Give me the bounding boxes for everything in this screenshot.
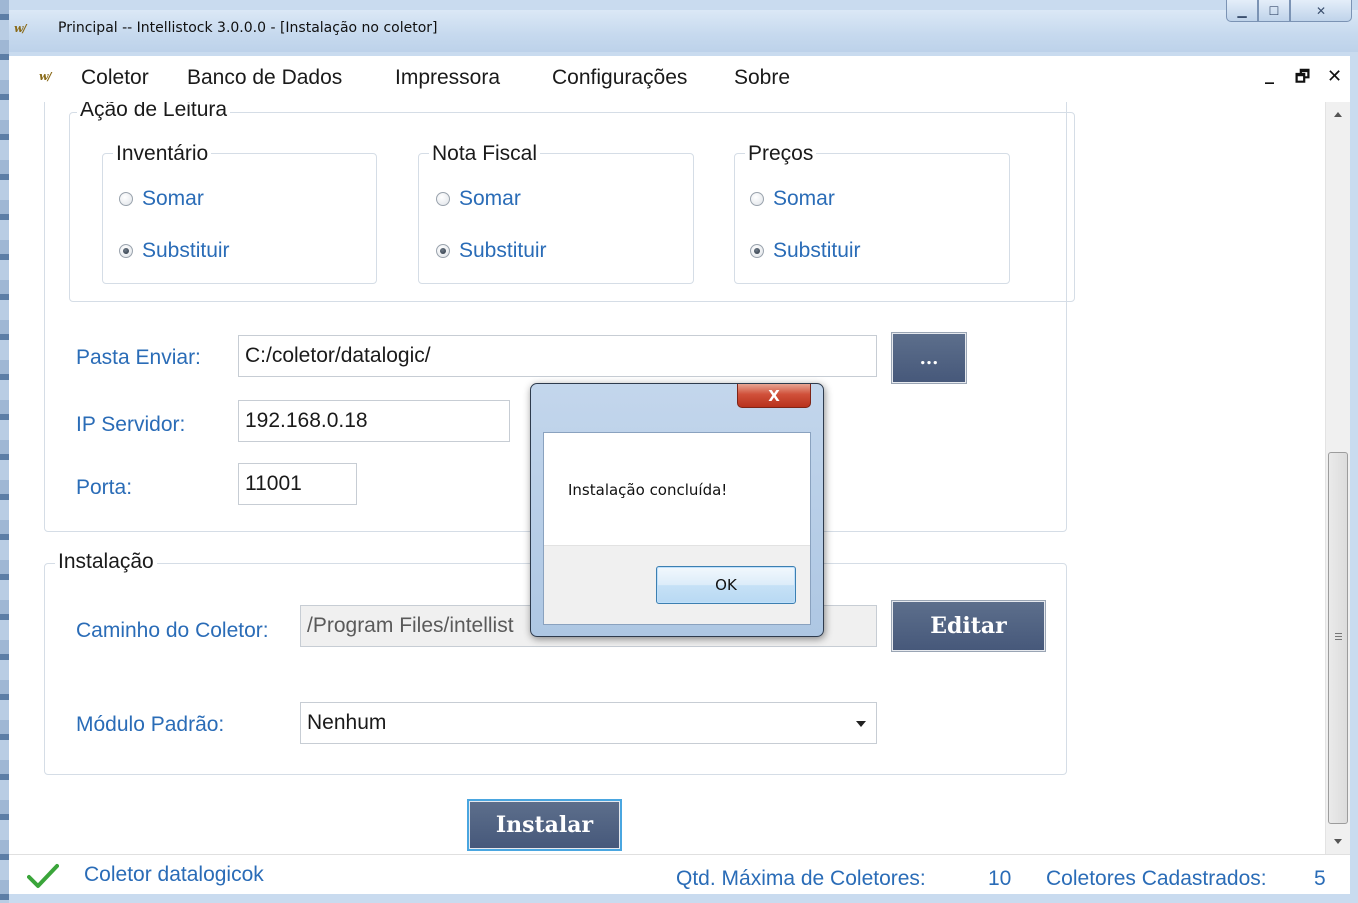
dialog-body: Instalação concluída! OK: [543, 432, 811, 625]
modulo-padrao-label: Módulo Padrão:: [76, 713, 225, 736]
close-icon: X: [768, 386, 780, 405]
menu-configuracoes[interactable]: Configurações: [552, 66, 687, 90]
nota-fiscal-somar-option[interactable]: Somar: [436, 187, 521, 211]
mdi-close-button[interactable]: ✕: [1327, 66, 1342, 87]
vertical-scrollbar[interactable]: [1325, 102, 1350, 854]
instalacao-title: Instalação: [55, 550, 157, 574]
nota-fiscal-somar-radio[interactable]: [436, 192, 450, 206]
inventario-groupbox: [102, 153, 377, 284]
chevron-down-icon: [856, 721, 866, 727]
inventario-somar-radio[interactable]: [119, 192, 133, 206]
grip-icon: [1335, 633, 1342, 641]
menu-impressora[interactable]: Impressora: [395, 66, 500, 90]
porta-label: Porta:: [76, 476, 133, 499]
application-window: w/ Principal -- Intellistock 3.0.0.0 - […: [0, 0, 1358, 903]
instalar-button[interactable]: Instalar: [467, 799, 622, 851]
precos-groupbox: [734, 153, 1010, 284]
window-left-border: [0, 0, 9, 903]
inventario-substituir-label: Substituir: [142, 239, 230, 262]
inventario-substituir-radio[interactable]: [119, 244, 133, 258]
message-dialog: X Instalação concluída! OK: [530, 383, 824, 637]
maximize-icon: ☐: [1268, 3, 1280, 18]
inventario-somar-option[interactable]: Somar: [119, 187, 204, 211]
nota-fiscal-substituir-label: Substituir: [459, 239, 547, 262]
mdi-restore-button[interactable]: 🗗: [1295, 66, 1310, 93]
precos-somar-radio[interactable]: [750, 192, 764, 206]
browse-folder-button[interactable]: ...: [891, 332, 967, 384]
status-bar: Coletor datalogicok Qtd. Máxima de Colet…: [9, 854, 1350, 894]
pasta-enviar-input[interactable]: C:/coletor/datalogic/: [238, 335, 877, 377]
dialog-footer: OK: [544, 545, 810, 624]
coletores-cadastrados-value: 5: [1314, 867, 1326, 890]
precos-somar-option[interactable]: Somar: [750, 187, 835, 211]
maximize-button[interactable]: ☐: [1258, 0, 1290, 22]
inventario-title: Inventário: [113, 142, 212, 166]
scroll-down-icon[interactable]: [1334, 839, 1342, 844]
nota-fiscal-substituir-radio[interactable]: [436, 244, 450, 258]
editar-button[interactable]: Editar: [891, 600, 1046, 652]
nota-fiscal-somar-label: Somar: [459, 187, 521, 210]
ok-button[interactable]: OK: [656, 566, 796, 604]
close-window-button[interactable]: ✕: [1290, 0, 1352, 22]
check-icon: [27, 864, 59, 888]
window-right-border: [1350, 56, 1358, 903]
coletores-cadastrados-label: Coletores Cadastrados:: [1046, 867, 1267, 890]
menu-banco-de-dados[interactable]: Banco de Dados: [187, 66, 342, 90]
mdi-minimize-button[interactable]: _: [1265, 64, 1274, 85]
minimize-icon: ▁: [1237, 3, 1247, 18]
nota-fiscal-groupbox: [418, 153, 694, 284]
status-message: Coletor datalogicok: [84, 863, 264, 886]
menu-coletor[interactable]: Coletor: [81, 66, 149, 90]
precos-substituir-radio[interactable]: [750, 244, 764, 258]
scrollbar-thumb[interactable]: [1328, 452, 1348, 824]
app-logo-icon: w/: [14, 22, 26, 35]
caminho-coletor-label: Caminho do Coletor:: [76, 619, 269, 642]
inventario-substituir-option[interactable]: Substituir: [119, 239, 230, 263]
nota-fiscal-title: Nota Fiscal: [429, 142, 541, 166]
precos-substituir-label: Substituir: [773, 239, 861, 262]
nota-fiscal-substituir-option[interactable]: Substituir: [436, 239, 547, 263]
close-icon: ✕: [1315, 3, 1327, 18]
porta-input[interactable]: 11001: [238, 463, 357, 505]
precos-substituir-option[interactable]: Substituir: [750, 239, 861, 263]
window-title: Principal -- Intellistock 3.0.0.0 - [Ins…: [58, 20, 438, 36]
menu-bar: w/ Coletor Banco de Dados Impressora Con…: [9, 56, 1358, 102]
pasta-enviar-label: Pasta Enviar:: [76, 346, 201, 369]
inventario-somar-label: Somar: [142, 187, 204, 210]
modulo-padrao-value: Nenhum: [307, 711, 387, 734]
menu-logo-icon: w/: [39, 70, 51, 83]
ip-servidor-label: IP Servidor:: [76, 413, 186, 436]
dialog-close-button[interactable]: X: [737, 384, 811, 408]
window-bottom-border: [9, 894, 1358, 903]
scroll-up-icon[interactable]: [1334, 112, 1342, 117]
minimize-button[interactable]: ▁: [1226, 0, 1258, 22]
modulo-padrao-select[interactable]: Nenhum: [300, 702, 877, 744]
precos-somar-label: Somar: [773, 187, 835, 210]
dialog-message: Instalação concluída!: [568, 481, 728, 499]
qtd-maxima-label: Qtd. Máxima de Coletores:: [676, 867, 926, 890]
window-controls: ▁ ☐ ✕: [1226, 0, 1352, 30]
qtd-maxima-value: 10: [988, 867, 1012, 890]
precos-title: Preços: [745, 142, 817, 166]
ip-servidor-input[interactable]: 192.168.0.18: [238, 400, 510, 442]
acao-leitura-title: Ação de Leitura: [77, 102, 231, 122]
menu-sobre[interactable]: Sobre: [734, 66, 790, 90]
